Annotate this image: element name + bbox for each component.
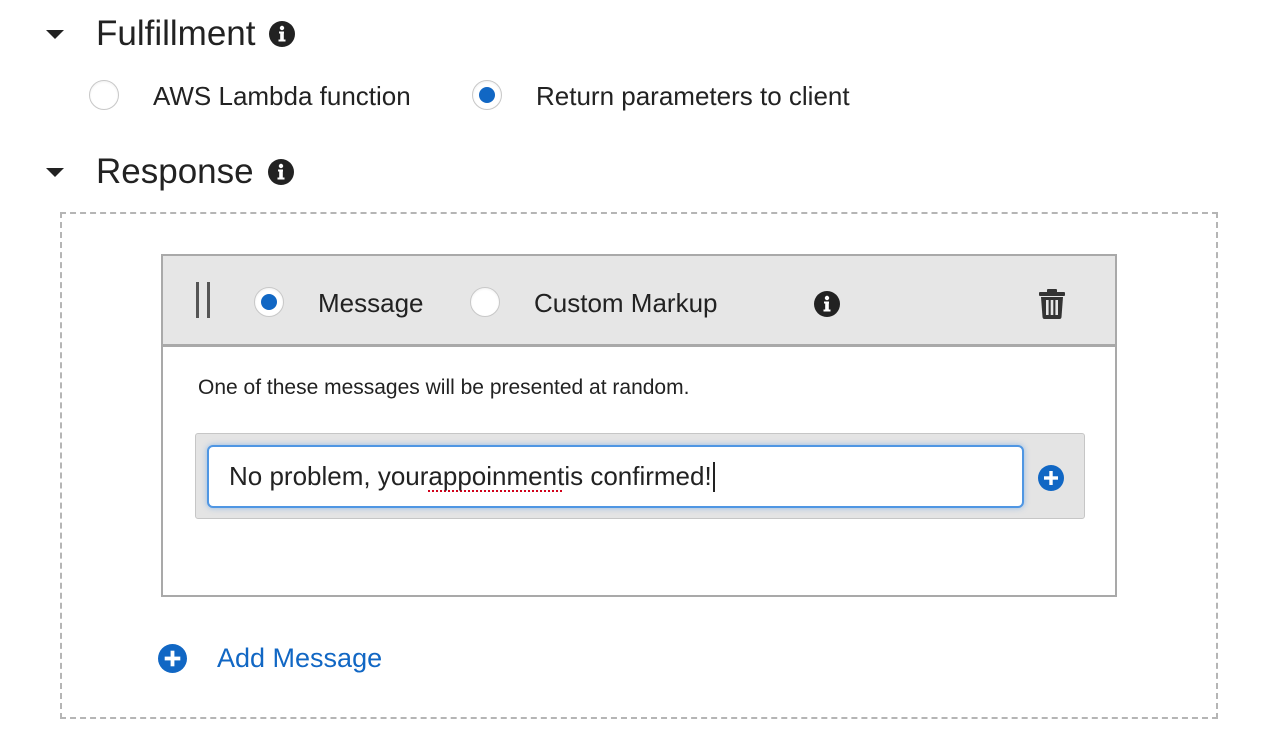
add-message-label[interactable]: Add Message [217,643,382,674]
add-message-button[interactable]: Add Message [158,640,382,676]
response-header[interactable]: Response [46,152,294,192]
fulfillment-header[interactable]: Fulfillment [46,14,296,54]
custom-markup-label[interactable]: Custom Markup [534,288,718,319]
response-collapse-caret-icon[interactable] [46,167,64,177]
message-card: Message Custom Markup One of these messa… [161,254,1117,597]
trash-icon[interactable] [1039,289,1065,319]
return-parameters-radio[interactable] [472,80,502,110]
drag-handle-icon[interactable] [196,282,212,318]
fulfillment-collapse-caret-icon[interactable] [46,29,64,39]
message-type-label[interactable]: Message [318,288,424,319]
message-card-header: Message Custom Markup [163,256,1115,347]
message-text-after: is confirmed! [564,461,712,491]
message-text-before: No problem, your [229,461,429,491]
info-circle-icon[interactable] [814,291,840,317]
misspelled-word: appoinment [428,461,565,491]
random-message-hint: One of these messages will be presented … [198,376,690,399]
lambda-function-radio[interactable] [89,80,119,110]
plus-circle-icon[interactable] [1038,465,1064,491]
response-title: Response [96,152,254,191]
info-circle-icon[interactable] [267,159,294,185]
message-text-input[interactable]: No problem, your appoinment is confirmed… [207,445,1024,508]
return-parameters-label[interactable]: Return parameters to client [536,81,850,112]
info-circle-icon[interactable] [269,21,296,47]
plus-circle-icon[interactable] [158,643,187,673]
message-variant-row: No problem, your appoinment is confirmed… [195,433,1085,519]
message-type-radio[interactable] [254,287,284,317]
custom-markup-radio[interactable] [470,287,500,317]
lambda-function-label[interactable]: AWS Lambda function [153,81,411,112]
fulfillment-title: Fulfillment [96,14,256,53]
text-cursor [712,461,715,492]
